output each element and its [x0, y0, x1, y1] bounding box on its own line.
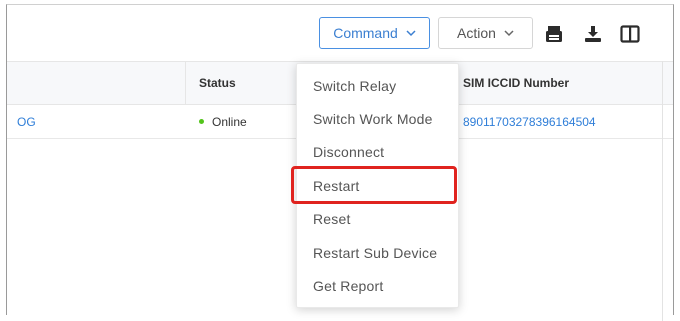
column-divider [185, 62, 186, 104]
action-dropdown-button[interactable]: Action [438, 17, 533, 49]
device-name-link[interactable]: OG [17, 105, 36, 138]
menu-item-restart-sub-device[interactable]: Restart Sub Device [297, 236, 458, 269]
table-right-edge [662, 61, 663, 321]
menu-item-get-report[interactable]: Get Report [297, 269, 458, 302]
command-dropdown-menu: Switch Relay Switch Work Mode Disconnect… [296, 63, 459, 308]
menu-item-restart[interactable]: Restart [297, 169, 458, 202]
status-cell: Online [199, 105, 247, 138]
menu-item-switch-work-mode[interactable]: Switch Work Mode [297, 102, 458, 135]
command-button-label: Command [333, 25, 398, 41]
column-header-sim-iccid[interactable]: SIM ICCID Number [463, 62, 569, 104]
toolbar: Command Action [7, 5, 673, 61]
print-icon[interactable] [543, 23, 565, 45]
column-header-status[interactable]: Status [199, 62, 236, 104]
columns-icon[interactable] [619, 23, 641, 45]
download-icon[interactable] [582, 23, 604, 45]
action-button-label: Action [457, 25, 496, 41]
chevron-down-icon [504, 29, 514, 40]
status-text: Online [212, 114, 247, 129]
device-list-panel: Command Action Status SIM ICCID Number O… [6, 4, 674, 321]
chevron-down-icon [406, 29, 416, 40]
online-status-dot [199, 119, 204, 124]
menu-item-switch-relay[interactable]: Switch Relay [297, 69, 458, 102]
menu-item-disconnect[interactable]: Disconnect [297, 136, 458, 169]
menu-item-reset[interactable]: Reset [297, 203, 458, 236]
sim-iccid-link[interactable]: 89011703278396164504 [463, 105, 596, 138]
command-dropdown-button[interactable]: Command [319, 17, 430, 49]
